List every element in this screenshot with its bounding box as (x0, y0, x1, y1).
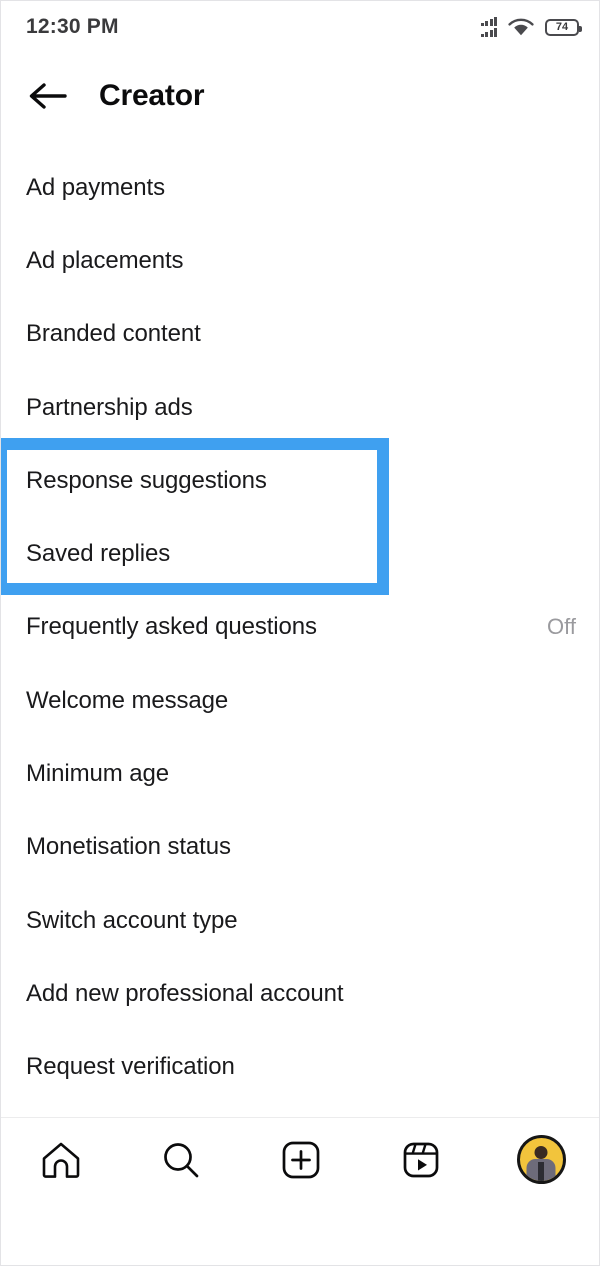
nav-item-create[interactable] (241, 1118, 361, 1202)
profile-avatar-icon (516, 1135, 566, 1184)
nav-item-home[interactable] (1, 1118, 121, 1202)
status-bar: 12:30 PM 74 (1, 1, 599, 53)
menu-item-label: Ad payments (26, 173, 165, 201)
status-bar-time: 12:30 PM (26, 15, 119, 38)
signal-bars-dual-icon (480, 17, 497, 37)
menu-item-switch-account-type[interactable]: Switch account type (1, 884, 599, 957)
menu-item-label: Minimum age (26, 760, 169, 788)
menu-item-frequently-asked-questions[interactable]: Frequently asked questions Off (1, 591, 599, 664)
menu-item-label: Frequently asked questions (26, 613, 317, 641)
menu-item-monetisation-status[interactable]: Monetisation status (1, 811, 599, 884)
menu-item-label: Monetisation status (26, 833, 231, 861)
phone-screen: 12:30 PM 74 Creator Ad payments Ad place… (0, 0, 600, 1266)
menu-item-label: Welcome message (26, 686, 229, 714)
page-title: Creator (99, 79, 205, 112)
menu-item-label: Switch account type (26, 906, 238, 934)
back-button[interactable] (18, 66, 78, 126)
wifi-icon (508, 18, 534, 35)
menu-item-label: Response suggestions (26, 466, 267, 494)
menu-item-label: Add new professional account (26, 979, 344, 1007)
menu-item-ad-payments[interactable]: Ad payments (1, 151, 599, 224)
battery-level-label: 74 (555, 20, 569, 33)
nav-item-profile[interactable] (481, 1118, 599, 1202)
settings-menu-list: Ad payments Ad placements Branded conten… (1, 151, 599, 1104)
menu-item-label: Request verification (26, 1053, 235, 1081)
menu-item-add-new-professional-account[interactable]: Add new professional account (1, 957, 599, 1030)
page-header: Creator (1, 53, 599, 139)
reels-icon (403, 1142, 439, 1177)
menu-item-label: Partnership ads (26, 393, 193, 421)
menu-item-partnership-ads[interactable]: Partnership ads (1, 371, 599, 444)
menu-item-saved-replies[interactable]: Saved replies (1, 517, 599, 590)
menu-item-branded-content[interactable]: Branded content (1, 298, 599, 371)
home-icon (42, 1142, 80, 1178)
create-plus-icon (282, 1141, 320, 1178)
menu-item-label: Ad placements (26, 246, 184, 274)
menu-item-label: Branded content (26, 320, 201, 348)
menu-item-label: Saved replies (26, 540, 171, 568)
menu-item-minimum-age[interactable]: Minimum age (1, 737, 599, 810)
battery-icon: 74 (545, 18, 582, 36)
status-bar-icons: 74 (480, 17, 582, 37)
menu-item-request-verification[interactable]: Request verification (1, 1031, 599, 1104)
menu-item-value: Off (547, 614, 576, 640)
search-icon (164, 1142, 199, 1177)
menu-item-response-suggestions[interactable]: Response suggestions (1, 444, 599, 517)
nav-item-search[interactable] (121, 1118, 241, 1202)
menu-item-ad-placements[interactable]: Ad placements (1, 224, 599, 297)
back-arrow-icon (29, 83, 67, 109)
menu-item-welcome-message[interactable]: Welcome message (1, 664, 599, 737)
bottom-navigation-bar (1, 1117, 599, 1202)
nav-item-reels[interactable] (361, 1118, 481, 1202)
